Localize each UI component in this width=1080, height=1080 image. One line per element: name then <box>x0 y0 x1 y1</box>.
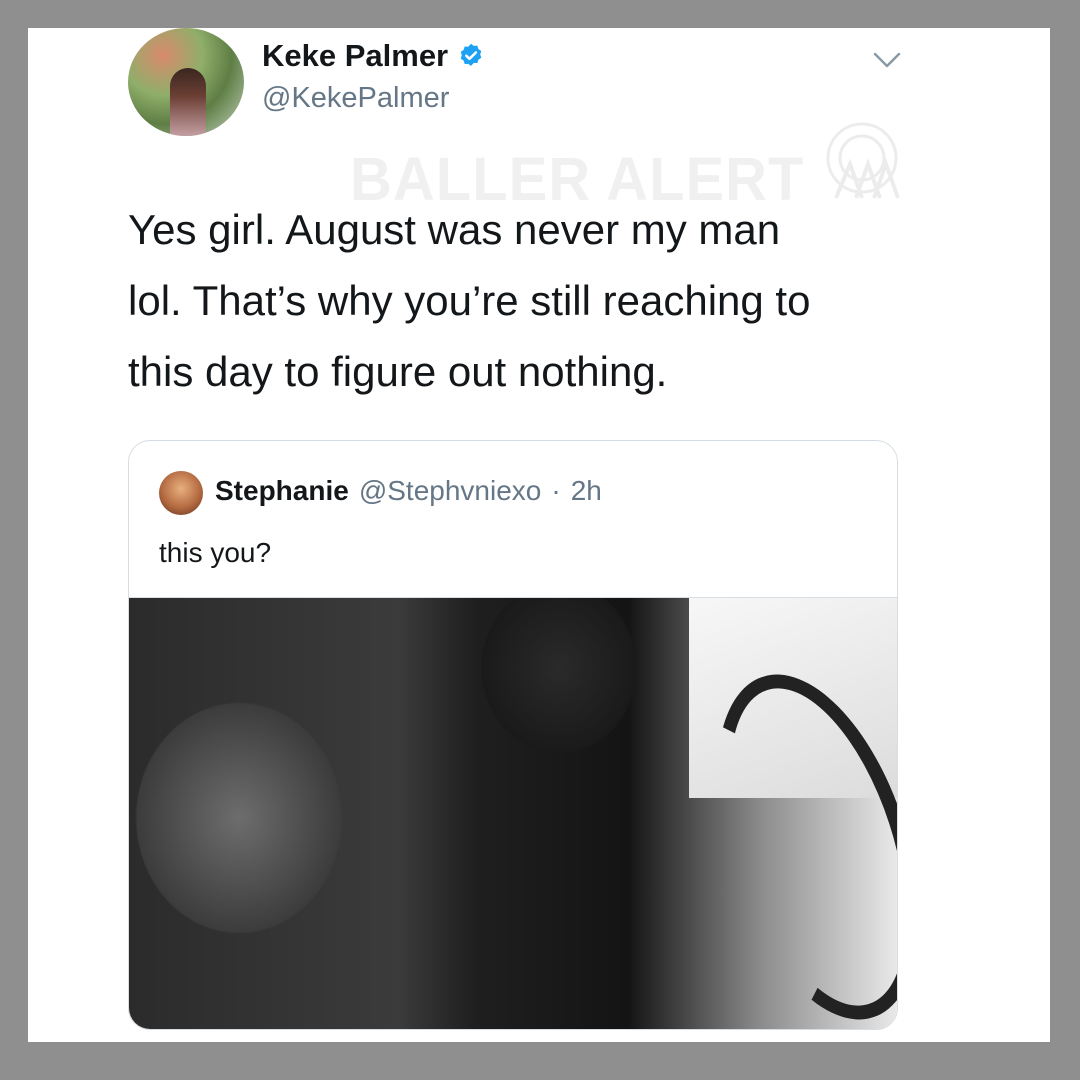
quoted-author-handle[interactable]: @Stephvniexo <box>359 475 542 507</box>
author-avatar[interactable] <box>128 28 244 136</box>
author-handle[interactable]: @KekePalmer <box>262 82 449 115</box>
quoted-tweet-header: Stephanie @Stephvniexo · 2h <box>215 475 602 507</box>
verified-badge-icon <box>456 41 486 71</box>
quoted-author-avatar[interactable] <box>159 471 203 515</box>
avatar-figure <box>170 68 206 136</box>
chevron-down-icon[interactable] <box>873 50 901 70</box>
quoted-tweet-text: this you? <box>159 537 272 568</box>
tweet-text-line: Yes girl. August was never my man <box>128 206 781 253</box>
tweet-card: Keke Palmer @KekePalmer BALLER ALERT Yes… <box>28 28 1050 1042</box>
quoted-tweet[interactable]: Stephanie @Stephvniexo · 2h this you? <box>128 440 898 1030</box>
tweet-body: Yes girl. August was never my man lol. T… <box>128 194 948 407</box>
tweet-text-line: this day to figure out nothing. <box>128 348 668 395</box>
quoted-author-name[interactable]: Stephanie <box>215 475 349 507</box>
tweet-text-line: lol. That’s why you’re still reaching to <box>128 277 811 324</box>
author-name-row: Keke Palmer <box>262 38 486 74</box>
quoted-timestamp[interactable]: 2h <box>571 475 602 507</box>
author-name[interactable]: Keke Palmer <box>262 38 448 74</box>
watermark-logo-icon <box>826 122 900 199</box>
quoted-separator: · <box>551 475 561 506</box>
quoted-tweet-photo[interactable] <box>129 597 897 1029</box>
